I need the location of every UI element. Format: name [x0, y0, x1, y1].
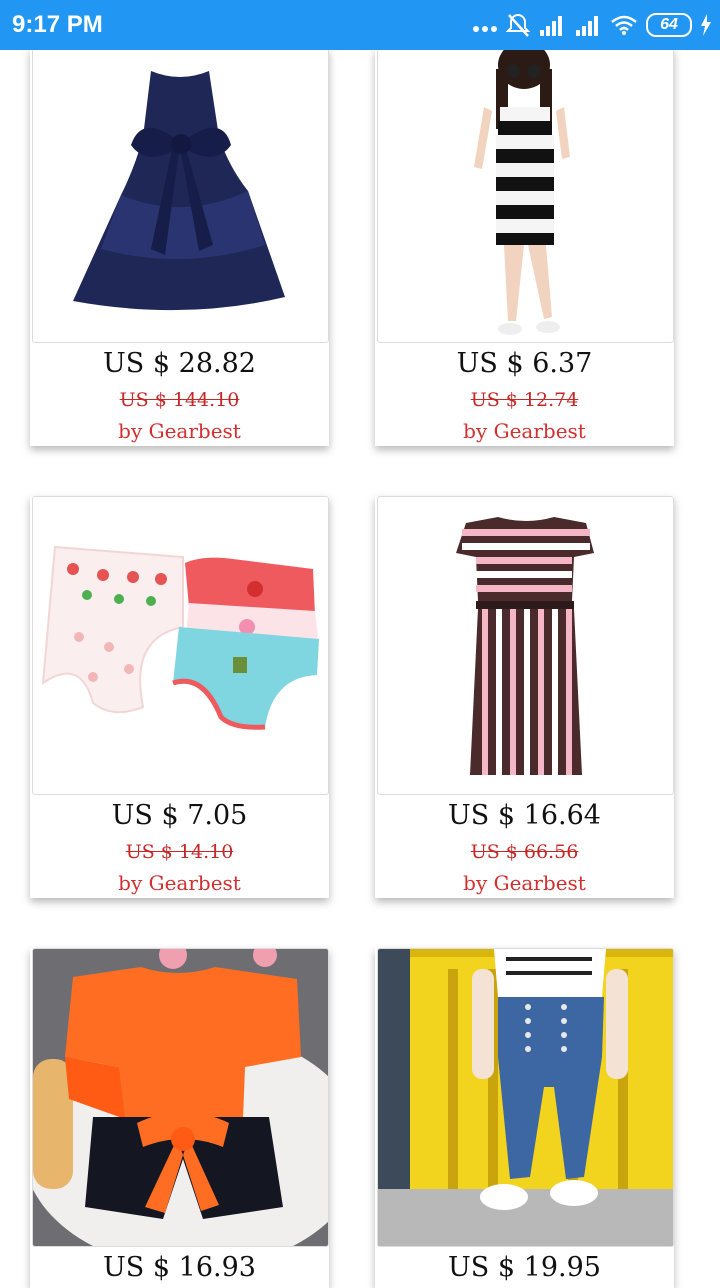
- product-card[interactable]: US $ 6.37 US $ 12.74 by Gearbest: [375, 48, 674, 446]
- product-price: US $ 16.93: [103, 1252, 256, 1283]
- striped-maxi-dress-image: [456, 517, 594, 775]
- product-image[interactable]: [32, 948, 329, 1247]
- status-icons: 64: [472, 10, 712, 40]
- product-old-price: US $ 144.10: [119, 389, 240, 411]
- navy-bow-dress-image: [73, 71, 285, 311]
- product-seller: by Gearbest: [463, 419, 586, 443]
- battery-icon: 64: [646, 13, 692, 37]
- product-card[interactable]: US $ 16.93: [30, 948, 329, 1288]
- striped-bodycon-dress-image: [474, 49, 570, 335]
- status-time: 9:17 PM: [12, 11, 103, 38]
- alarm-off-icon: [506, 13, 530, 37]
- kids-underwear-set-image: [41, 545, 319, 730]
- product-image[interactable]: [377, 948, 674, 1247]
- high-waist-jeans-image: [378, 949, 673, 1246]
- product-seller: by Gearbest: [463, 871, 586, 895]
- signal-icon: [540, 16, 562, 36]
- product-image[interactable]: [32, 496, 329, 795]
- orange-top-shorts-set-image: [33, 949, 328, 1246]
- product-price: US $ 6.37: [456, 348, 593, 379]
- status-bar: 9:17 PM 64: [0, 0, 720, 50]
- product-seller: by Gearbest: [118, 419, 241, 443]
- product-price: US $ 28.82: [103, 348, 256, 379]
- product-card[interactable]: US $ 28.82 US $ 144.10 by Gearbest: [30, 48, 329, 446]
- product-price: US $ 19.95: [448, 1252, 601, 1283]
- product-price: US $ 7.05: [111, 800, 248, 831]
- product-old-price: US $ 14.10: [125, 841, 234, 863]
- product-card[interactable]: US $ 16.64 US $ 66.56 by Gearbest: [375, 496, 674, 898]
- charging-icon: [701, 14, 711, 36]
- product-seller: by Gearbest: [118, 871, 241, 895]
- product-price: US $ 16.64: [448, 800, 601, 831]
- product-image[interactable]: [377, 48, 674, 343]
- more-dots-icon: [473, 26, 497, 32]
- product-old-price: US $ 12.74: [470, 389, 579, 411]
- wifi-icon: [611, 15, 637, 35]
- signal-icon: [576, 16, 598, 36]
- product-image[interactable]: [32, 48, 329, 343]
- product-image[interactable]: [377, 496, 674, 795]
- product-card[interactable]: US $ 19.95: [375, 948, 674, 1288]
- product-old-price: US $ 66.56: [470, 841, 579, 863]
- product-card[interactable]: US $ 7.05 US $ 14.10 by Gearbest: [30, 496, 329, 898]
